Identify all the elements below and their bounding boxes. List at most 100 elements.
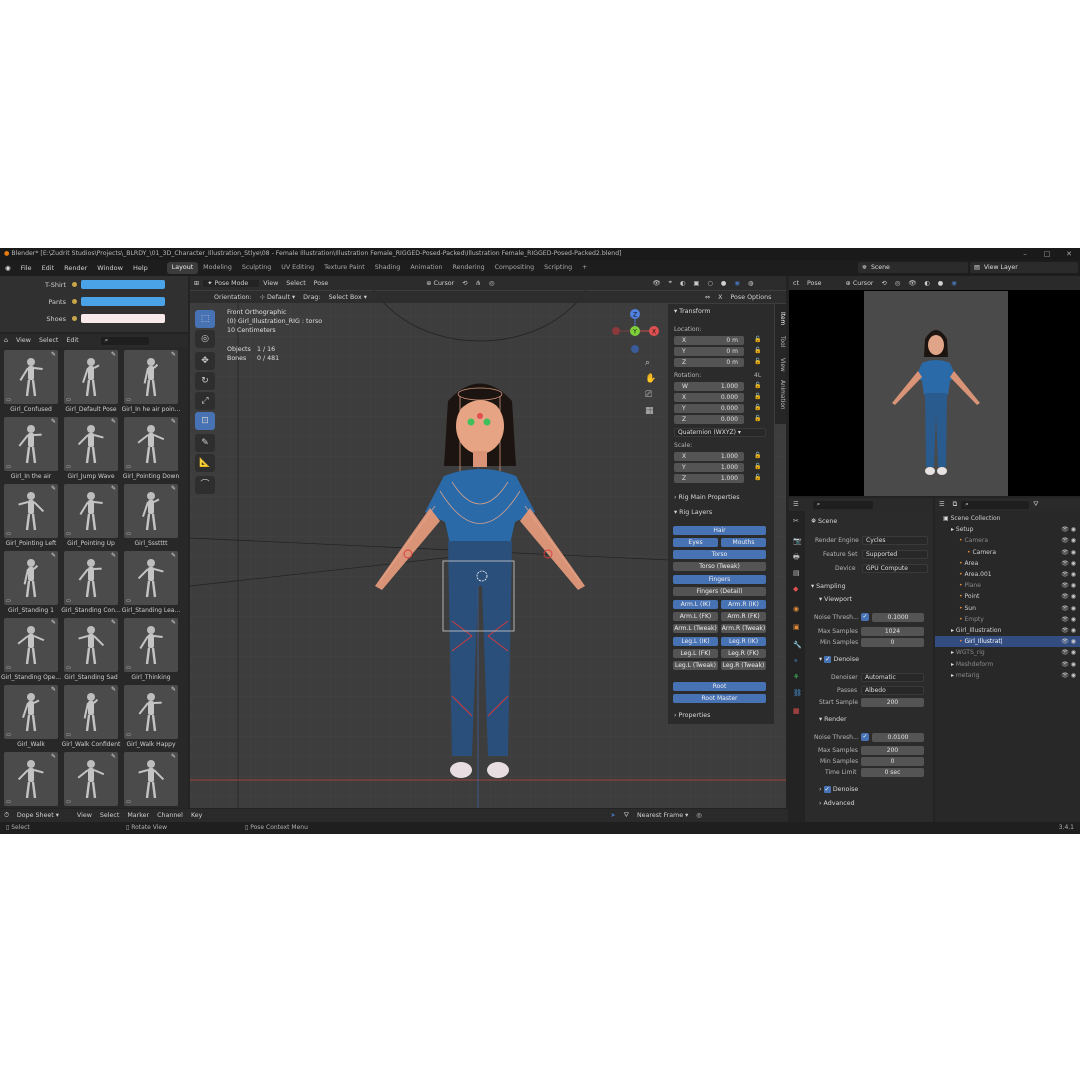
workspace-tab-shading[interactable]: Shading xyxy=(370,262,406,274)
vp-max-samples-field[interactable]: 1024 xyxy=(861,627,924,636)
pose-thumbnail[interactable]: ▭ ✎ xyxy=(64,685,118,739)
workspace-tab-scripting[interactable]: Scripting xyxy=(539,262,577,274)
layer-eyes-button[interactable]: Eyes xyxy=(673,538,718,547)
ds-menu-view[interactable]: View xyxy=(73,812,96,819)
transform-field[interactable]: Z 0.000 xyxy=(674,415,744,424)
pose-thumbnail[interactable]: ▭ ✎ xyxy=(64,618,118,672)
r-noise-threshold-field[interactable]: 0.0100 xyxy=(872,733,924,742)
ds-menu-key[interactable]: Key xyxy=(187,812,206,819)
measure-tool-icon[interactable]: 📐 xyxy=(195,454,215,472)
modifier-tab-icon[interactable]: 🔧 xyxy=(793,641,802,649)
pose-thumbnail[interactable]: ▭ ✎ xyxy=(4,417,58,471)
proportional-icon[interactable]: ◎ xyxy=(692,812,706,819)
edit-pose-icon[interactable]: ✎ xyxy=(171,753,176,760)
edit-pose-icon[interactable]: ✎ xyxy=(171,485,176,492)
render-view-menu-pose[interactable]: Pose xyxy=(803,280,826,287)
editor-type-icon[interactable]: ⏱ xyxy=(0,812,13,820)
select-box-tool-icon[interactable]: ⬚ xyxy=(195,310,215,328)
keyframe-dot-icon[interactable] xyxy=(72,299,77,304)
visibility-toggle-icon[interactable]: 👁 ◉ xyxy=(1061,625,1076,636)
properties-section-header[interactable]: › Properties xyxy=(674,712,710,719)
visibility-toggle-icon[interactable]: 👁 ◉ xyxy=(1061,524,1076,535)
layer-leg-l-ik-button[interactable]: Leg.L (IK) xyxy=(673,637,718,646)
object-tab-icon[interactable]: ▣ xyxy=(793,623,800,631)
lock-icon[interactable]: 🔓 xyxy=(754,474,761,481)
r-denoise-subpanel[interactable]: › ✓ Denoise xyxy=(819,786,858,793)
layer-leg-r-ik-button[interactable]: Leg.R (IK) xyxy=(721,637,766,646)
edit-pose-icon[interactable]: ✎ xyxy=(111,418,116,425)
pose-thumbnail[interactable]: ▭ ✎ xyxy=(4,350,58,404)
world-tab-icon[interactable]: ◉ xyxy=(793,605,799,613)
pose-brush-tool-icon[interactable]: ⌒ xyxy=(195,476,215,494)
layer-torso-button[interactable]: Torso xyxy=(673,550,766,559)
workspace-tab-animation[interactable]: Animation xyxy=(405,262,447,274)
feature-set-dropdown[interactable]: Supported xyxy=(862,550,928,559)
view-layer-tab-icon[interactable]: ▤ xyxy=(793,569,800,577)
passes-dropdown[interactable]: Albedo xyxy=(861,686,924,695)
pivot-dropdown[interactable]: ⊕ Cursor xyxy=(422,280,458,287)
layer-fingers-button[interactable]: Fingers xyxy=(673,575,766,584)
transform-field[interactable]: Y 1.000 xyxy=(674,463,744,472)
pose-thumbnail[interactable]: ▭ ✎ xyxy=(124,417,178,471)
rotation-mode-dropdown[interactable]: Quaternion (WXYZ) ▾ xyxy=(674,428,766,437)
pose-thumbnail[interactable]: ▭ ✎ xyxy=(64,350,118,404)
viewport-subpanel-header[interactable]: ▾ Viewport xyxy=(819,596,852,603)
advanced-subpanel[interactable]: › Advanced xyxy=(819,800,855,807)
hand-pan-icon[interactable]: ✋ xyxy=(645,374,656,384)
display-mode-icon[interactable]: ⧉ xyxy=(949,501,962,509)
snap-icon[interactable]: ⟲ xyxy=(458,280,471,287)
snap-mode-dropdown[interactable]: Nearest Frame ▾ xyxy=(633,812,692,819)
vp-denoise-subpanel[interactable]: ▾ ✓ Denoise xyxy=(819,656,859,663)
transform-field[interactable]: X 1.000 xyxy=(674,452,744,461)
workspace-tab-uv-editing[interactable]: UV Editing xyxy=(276,262,319,274)
edit-pose-icon[interactable]: ✎ xyxy=(111,619,116,626)
edit-pose-icon[interactable]: ✎ xyxy=(111,686,116,693)
tab-item[interactable]: Item xyxy=(779,312,785,325)
outliner-row[interactable]: ▣ Scene Collection xyxy=(935,513,1080,524)
transform-field[interactable]: X 0.000 xyxy=(674,393,744,402)
proportional-icon[interactable]: ◎ xyxy=(891,280,905,287)
close-icon[interactable]: ✕ xyxy=(1058,248,1080,260)
pose-thumbnail[interactable]: ▭ ✎ xyxy=(124,350,178,404)
visibility-icon[interactable]: 👁 xyxy=(904,279,920,287)
outliner-row[interactable]: ▸ Setup 👁 ◉ xyxy=(935,524,1080,535)
transform-field[interactable]: X 0 m xyxy=(674,336,744,345)
overlay-icon[interactable]: ◐ xyxy=(920,280,934,287)
pose-search-input[interactable]: ⌕ xyxy=(100,336,149,345)
menu-file[interactable]: File xyxy=(16,264,37,272)
tool-tab-icon[interactable]: ✂ xyxy=(793,517,799,525)
start-sample-field[interactable]: 200 xyxy=(861,698,924,707)
camera-view-icon[interactable]: ⎚ xyxy=(645,390,652,400)
overlay-icon[interactable]: ◐ xyxy=(676,280,690,287)
layer-arm-r-ik-button[interactable]: Arm.R (IK) xyxy=(721,600,766,609)
magnet-icon[interactable]: ⋔ xyxy=(472,280,485,287)
drag-dropdown[interactable]: Select Box ▾ xyxy=(325,294,371,301)
rotation-lock-tag[interactable]: 4L xyxy=(754,372,761,379)
snap-icon[interactable]: ⟲ xyxy=(878,280,891,287)
shading-solid-icon[interactable]: ● xyxy=(934,280,948,287)
outliner-row[interactable]: ▸ Girl_Illustration 👁 ◉ xyxy=(935,625,1080,636)
output-tab-icon[interactable]: 🖶 xyxy=(793,553,800,564)
outliner-row[interactable]: • Area.001 👁 ◉ xyxy=(935,569,1080,580)
edit-pose-icon[interactable]: ✎ xyxy=(171,351,176,358)
vp-denoise-checkbox[interactable]: ✓ xyxy=(824,656,832,663)
r-denoise-checkbox[interactable]: ✓ xyxy=(823,786,831,793)
lock-icon[interactable]: 🔓 xyxy=(754,358,761,365)
menu-render[interactable]: Render xyxy=(59,264,92,272)
transform-section-header[interactable]: ▾ Transform xyxy=(674,308,711,315)
layer-root-master-button[interactable]: Root Master xyxy=(673,694,766,703)
layer-arm-r-fk-button[interactable]: Arm.R (FK) xyxy=(721,612,766,621)
vp-min-samples-field[interactable]: 0 xyxy=(861,638,924,647)
shading-rendered-icon[interactable]: ◍ xyxy=(744,280,758,287)
workspace-tab-texture-paint[interactable]: Texture Paint xyxy=(319,262,370,274)
layer-hair-button[interactable]: Hair xyxy=(673,526,766,535)
layer-leg-r-tweak-button[interactable]: Leg.R (Tweak) xyxy=(721,661,766,670)
outliner-row[interactable]: • Empty 👁 ◉ xyxy=(935,614,1080,625)
mode-dropdown[interactable]: ✦ Pose Mode xyxy=(203,279,260,287)
tab-tool[interactable]: Tool xyxy=(779,336,785,347)
render-engine-dropdown[interactable]: Cycles xyxy=(862,536,928,545)
layer-arm-l-tweak-button[interactable]: Arm.L (Tweak) xyxy=(673,624,718,633)
render-view-menu-truncated[interactable]: ct xyxy=(789,280,803,287)
outliner-row[interactable]: • Camera 👁 ◉ xyxy=(935,535,1080,546)
x-mirror-icon[interactable]: X xyxy=(714,294,726,301)
